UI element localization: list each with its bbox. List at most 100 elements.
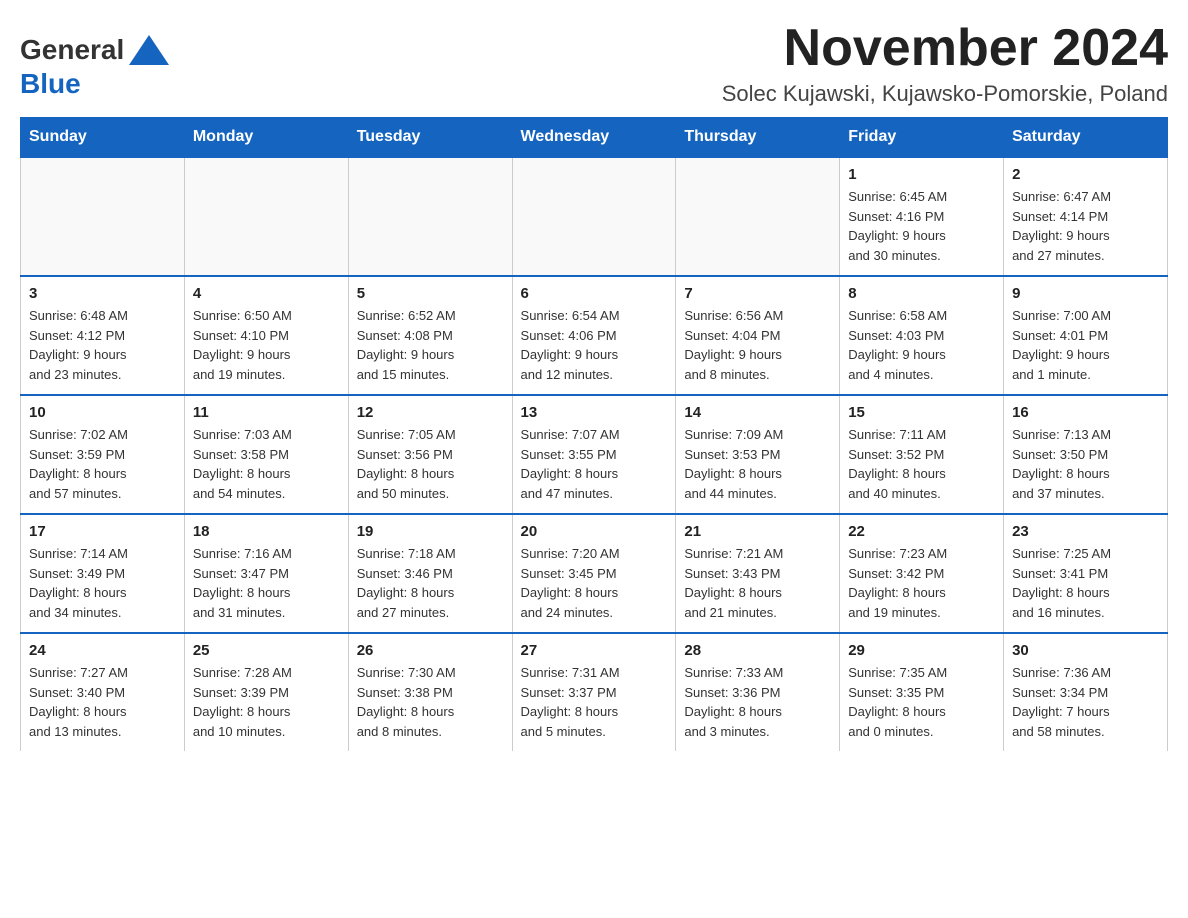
day-info: Sunrise: 7:27 AM Sunset: 3:40 PM Dayligh… bbox=[29, 663, 176, 741]
calendar-cell: 2Sunrise: 6:47 AM Sunset: 4:14 PM Daylig… bbox=[1004, 157, 1168, 276]
day-number: 13 bbox=[521, 404, 668, 421]
day-number: 4 bbox=[193, 285, 340, 302]
calendar-cell: 8Sunrise: 6:58 AM Sunset: 4:03 PM Daylig… bbox=[840, 276, 1004, 395]
calendar-cell bbox=[21, 157, 185, 276]
page-title: November 2024 bbox=[722, 20, 1168, 77]
day-info: Sunrise: 7:07 AM Sunset: 3:55 PM Dayligh… bbox=[521, 425, 668, 503]
day-info: Sunrise: 6:56 AM Sunset: 4:04 PM Dayligh… bbox=[684, 306, 831, 384]
calendar-cell: 7 Sunrise: 6:56 AM Sunset: 4:04 PM Daylig… bbox=[676, 276, 840, 395]
day-number: 25 bbox=[193, 642, 340, 659]
calendar-cell: 1 Sunrise: 6:45 AM Sunset: 4:16 PM Daylig… bbox=[840, 157, 1004, 276]
calendar-cell: 3Sunrise: 6:48 AM Sunset: 4:12 PM Daylig… bbox=[21, 276, 185, 395]
header-day-friday: Friday bbox=[840, 118, 1004, 158]
day-number: 12 bbox=[357, 404, 504, 421]
day-info: Sunrise: 7:16 AM Sunset: 3:47 PM Dayligh… bbox=[193, 544, 340, 622]
logo: General Blue bbox=[20, 20, 174, 98]
calendar-cell: 11 Sunrise: 7:03 AM Sunset: 3:58 PM Dayli… bbox=[184, 395, 348, 514]
day-number: 9 bbox=[1012, 285, 1159, 302]
calendar-cell: 29Sunrise: 7:35 AM Sunset: 3:35 PM Dayli… bbox=[840, 633, 1004, 751]
day-info: Sunrise: 6:47 AM Sunset: 4:14 PM Dayligh… bbox=[1012, 187, 1159, 265]
calendar-cell: 5 Sunrise: 6:52 AM Sunset: 4:08 PM Daylig… bbox=[348, 276, 512, 395]
day-number: 1 bbox=[848, 166, 995, 183]
day-info: Sunrise: 7:00 AM Sunset: 4:01 PM Dayligh… bbox=[1012, 306, 1159, 384]
calendar-cell: 27 Sunrise: 7:31 AM Sunset: 3:37 PM Dayli… bbox=[512, 633, 676, 751]
calendar-week-row: 3Sunrise: 6:48 AM Sunset: 4:12 PM Daylig… bbox=[21, 276, 1168, 395]
header-day-tuesday: Tuesday bbox=[348, 118, 512, 158]
calendar-cell bbox=[676, 157, 840, 276]
day-info: Sunrise: 7:03 AM Sunset: 3:58 PM Dayligh… bbox=[193, 425, 340, 503]
day-number: 26 bbox=[357, 642, 504, 659]
day-number: 23 bbox=[1012, 523, 1159, 540]
header-day-thursday: Thursday bbox=[676, 118, 840, 158]
page-subtitle: Solec Kujawski, Kujawsko-Pomorskie, Pola… bbox=[722, 81, 1168, 107]
day-info: Sunrise: 7:05 AM Sunset: 3:56 PM Dayligh… bbox=[357, 425, 504, 503]
calendar-cell: 16 Sunrise: 7:13 AM Sunset: 3:50 PM Dayli… bbox=[1004, 395, 1168, 514]
day-number: 28 bbox=[684, 642, 831, 659]
calendar-cell: 17 Sunrise: 7:14 AM Sunset: 3:49 PM Dayli… bbox=[21, 514, 185, 633]
header-day-monday: Monday bbox=[184, 118, 348, 158]
calendar-cell: 26 Sunrise: 7:30 AM Sunset: 3:38 PM Dayli… bbox=[348, 633, 512, 751]
day-info: Sunrise: 7:09 AM Sunset: 3:53 PM Dayligh… bbox=[684, 425, 831, 503]
calendar-cell: 22 Sunrise: 7:23 AM Sunset: 3:42 PM Dayli… bbox=[840, 514, 1004, 633]
day-number: 19 bbox=[357, 523, 504, 540]
day-info: Sunrise: 6:45 AM Sunset: 4:16 PM Dayligh… bbox=[848, 187, 995, 265]
calendar-cell: 18Sunrise: 7:16 AM Sunset: 3:47 PM Dayli… bbox=[184, 514, 348, 633]
day-info: Sunrise: 7:21 AM Sunset: 3:43 PM Dayligh… bbox=[684, 544, 831, 622]
calendar-header-row: SundayMondayTuesdayWednesdayThursdayFrid… bbox=[21, 118, 1168, 158]
calendar-cell: 24Sunrise: 7:27 AM Sunset: 3:40 PM Dayli… bbox=[21, 633, 185, 751]
calendar-cell: 14 Sunrise: 7:09 AM Sunset: 3:53 PM Dayli… bbox=[676, 395, 840, 514]
day-number: 7 bbox=[684, 285, 831, 302]
day-number: 20 bbox=[521, 523, 668, 540]
header-day-sunday: Sunday bbox=[21, 118, 185, 158]
day-info: Sunrise: 7:28 AM Sunset: 3:39 PM Dayligh… bbox=[193, 663, 340, 741]
day-number: 22 bbox=[848, 523, 995, 540]
logo-general-text: General bbox=[20, 36, 124, 64]
calendar-cell: 12 Sunrise: 7:05 AM Sunset: 3:56 PM Dayli… bbox=[348, 395, 512, 514]
calendar-cell: 21 Sunrise: 7:21 AM Sunset: 3:43 PM Dayli… bbox=[676, 514, 840, 633]
calendar-cell: 30 Sunrise: 7:36 AM Sunset: 3:34 PM Dayli… bbox=[1004, 633, 1168, 751]
day-info: Sunrise: 7:13 AM Sunset: 3:50 PM Dayligh… bbox=[1012, 425, 1159, 503]
day-info: Sunrise: 7:33 AM Sunset: 3:36 PM Dayligh… bbox=[684, 663, 831, 741]
calendar-cell: 28 Sunrise: 7:33 AM Sunset: 3:36 PM Dayli… bbox=[676, 633, 840, 751]
day-info: Sunrise: 7:20 AM Sunset: 3:45 PM Dayligh… bbox=[521, 544, 668, 622]
header-day-wednesday: Wednesday bbox=[512, 118, 676, 158]
day-number: 14 bbox=[684, 404, 831, 421]
day-number: 10 bbox=[29, 404, 176, 421]
day-info: Sunrise: 6:50 AM Sunset: 4:10 PM Dayligh… bbox=[193, 306, 340, 384]
calendar-week-row: 24Sunrise: 7:27 AM Sunset: 3:40 PM Dayli… bbox=[21, 633, 1168, 751]
day-number: 5 bbox=[357, 285, 504, 302]
day-info: Sunrise: 7:14 AM Sunset: 3:49 PM Dayligh… bbox=[29, 544, 176, 622]
day-info: Sunrise: 6:52 AM Sunset: 4:08 PM Dayligh… bbox=[357, 306, 504, 384]
day-number: 27 bbox=[521, 642, 668, 659]
calendar-cell: 6Sunrise: 6:54 AM Sunset: 4:06 PM Daylig… bbox=[512, 276, 676, 395]
calendar-cell bbox=[512, 157, 676, 276]
day-info: Sunrise: 6:54 AM Sunset: 4:06 PM Dayligh… bbox=[521, 306, 668, 384]
header-day-saturday: Saturday bbox=[1004, 118, 1168, 158]
header: General Blue November 2024 Solec Kujawsk… bbox=[20, 20, 1168, 107]
day-number: 30 bbox=[1012, 642, 1159, 659]
day-info: Sunrise: 7:23 AM Sunset: 3:42 PM Dayligh… bbox=[848, 544, 995, 622]
calendar-cell bbox=[184, 157, 348, 276]
day-info: Sunrise: 7:35 AM Sunset: 3:35 PM Dayligh… bbox=[848, 663, 995, 741]
day-info: Sunrise: 7:02 AM Sunset: 3:59 PM Dayligh… bbox=[29, 425, 176, 503]
calendar-cell: 13 Sunrise: 7:07 AM Sunset: 3:55 PM Dayli… bbox=[512, 395, 676, 514]
day-number: 16 bbox=[1012, 404, 1159, 421]
day-info: Sunrise: 7:36 AM Sunset: 3:34 PM Dayligh… bbox=[1012, 663, 1159, 741]
day-info: Sunrise: 7:31 AM Sunset: 3:37 PM Dayligh… bbox=[521, 663, 668, 741]
day-info: Sunrise: 7:11 AM Sunset: 3:52 PM Dayligh… bbox=[848, 425, 995, 503]
title-area: November 2024 Solec Kujawski, Kujawsko-P… bbox=[722, 20, 1168, 107]
calendar-cell bbox=[348, 157, 512, 276]
calendar-cell: 23 Sunrise: 7:25 AM Sunset: 3:41 PM Dayli… bbox=[1004, 514, 1168, 633]
day-number: 17 bbox=[29, 523, 176, 540]
calendar-week-row: 17 Sunrise: 7:14 AM Sunset: 3:49 PM Dayli… bbox=[21, 514, 1168, 633]
calendar-cell: 9 Sunrise: 7:00 AM Sunset: 4:01 PM Daylig… bbox=[1004, 276, 1168, 395]
calendar-cell: 15Sunrise: 7:11 AM Sunset: 3:52 PM Dayli… bbox=[840, 395, 1004, 514]
day-info: Sunrise: 6:58 AM Sunset: 4:03 PM Dayligh… bbox=[848, 306, 995, 384]
day-info: Sunrise: 7:25 AM Sunset: 3:41 PM Dayligh… bbox=[1012, 544, 1159, 622]
calendar-cell: 25 Sunrise: 7:28 AM Sunset: 3:39 PM Dayli… bbox=[184, 633, 348, 751]
calendar-cell: 19Sunrise: 7:18 AM Sunset: 3:46 PM Dayli… bbox=[348, 514, 512, 633]
day-info: Sunrise: 7:30 AM Sunset: 3:38 PM Dayligh… bbox=[357, 663, 504, 741]
day-number: 11 bbox=[193, 404, 340, 421]
calendar-table: SundayMondayTuesdayWednesdayThursdayFrid… bbox=[20, 117, 1168, 751]
day-number: 21 bbox=[684, 523, 831, 540]
